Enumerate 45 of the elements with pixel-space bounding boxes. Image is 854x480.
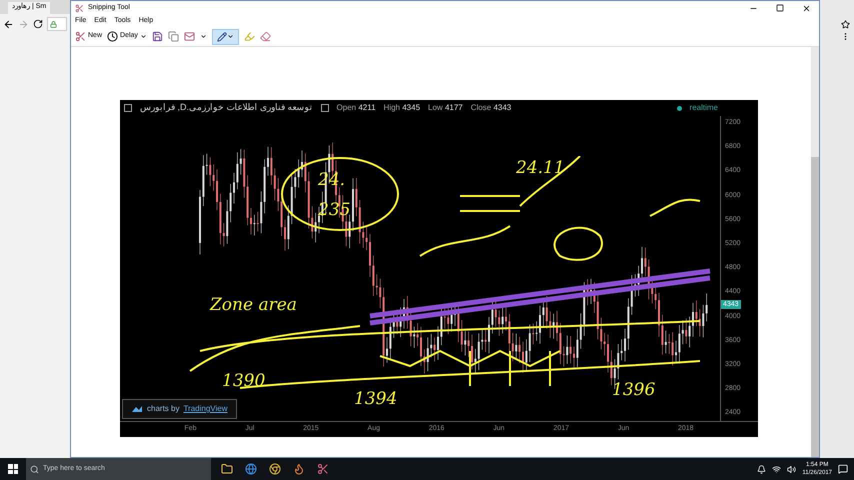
- ohlc-value: Close 4343: [470, 102, 512, 114]
- handwritten-note: 1394: [354, 388, 398, 412]
- pen-icon: [216, 32, 227, 42]
- handwritten-note: Zone area: [210, 294, 297, 317]
- credit-badge[interactable]: charts by TradingView: [122, 399, 236, 419]
- chrome-icon[interactable]: [269, 463, 281, 475]
- pen-button[interactable]: [212, 28, 239, 44]
- credit-text: charts by: [147, 403, 180, 415]
- notification-icon[interactable]: [757, 464, 766, 474]
- symbol-title: فرابورس ,D.توسعه فناوری اطلاعات خوارزمی: [140, 101, 313, 114]
- clock-icon: [107, 31, 118, 42]
- folder-icon[interactable]: [221, 463, 233, 475]
- handwritten-note: 1390: [222, 370, 266, 394]
- browser-icon[interactable]: [245, 463, 257, 475]
- scissors-icon: [75, 31, 86, 42]
- save-icon[interactable]: [152, 31, 163, 42]
- windows-icon[interactable]: [8, 464, 18, 474]
- tradingview-link[interactable]: TradingView: [183, 403, 228, 415]
- search-icon: [30, 464, 39, 474]
- action-center-icon[interactable]: [838, 464, 848, 474]
- caret-icon: [140, 33, 147, 40]
- ohlc-value: High 4345: [384, 102, 420, 114]
- copy-icon[interactable]: [168, 31, 179, 42]
- snipping-icon[interactable]: [317, 463, 329, 475]
- volume-icon[interactable]: [787, 464, 796, 474]
- realtime-status: realtime: [690, 102, 718, 114]
- back-icon[interactable]: [3, 18, 14, 30]
- bookmark-icon[interactable]: [841, 20, 850, 29]
- send-icon[interactable]: [184, 31, 195, 42]
- eraser-icon[interactable]: [260, 31, 271, 42]
- close-icon[interactable]: [802, 4, 811, 12]
- handwritten-note: 24.11: [516, 156, 565, 180]
- ohlc-value: Open 4211: [336, 102, 376, 114]
- scrollbar[interactable]: [811, 47, 819, 457]
- network-icon[interactable]: [772, 464, 782, 474]
- lock-icon: [50, 20, 57, 28]
- handwritten-note: 1396: [612, 379, 656, 402]
- caret-icon[interactable]: [200, 33, 207, 40]
- ohlc-value: Low 4177: [428, 102, 463, 114]
- caret-icon: [226, 33, 234, 40]
- maximize-icon[interactable]: [776, 4, 784, 12]
- collapse-icon[interactable]: [124, 104, 132, 112]
- reload-icon[interactable]: [33, 19, 43, 29]
- cloud-icon: [131, 405, 143, 413]
- app-icon: [75, 4, 84, 12]
